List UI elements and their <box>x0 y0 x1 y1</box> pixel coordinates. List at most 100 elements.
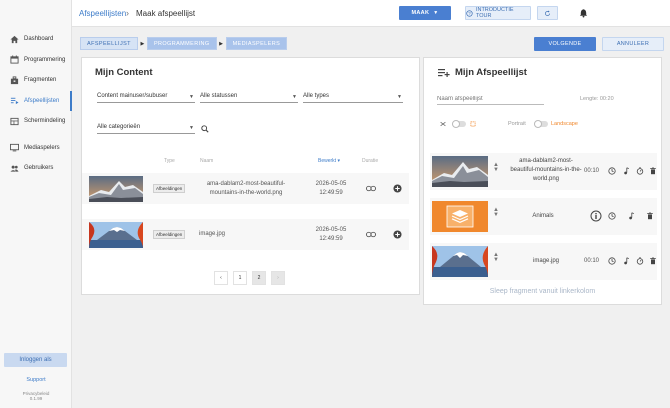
next-button[interactable]: VOLGENDE <box>534 37 596 51</box>
login-as-button[interactable]: Inloggen als <box>4 353 67 367</box>
trash-icon[interactable] <box>646 212 654 220</box>
timer-icon[interactable] <box>636 167 644 175</box>
chevron-down-icon: ▼ <box>397 94 402 100</box>
sidebar-item-dashboard[interactable]: Dashboard <box>0 29 72 50</box>
shuffle-toggle[interactable] <box>452 120 466 128</box>
drag-hint: Sleep fragment vanuit linkerkolom <box>489 288 596 295</box>
column-edited-label: Bewerkt <box>318 158 337 164</box>
thumbnail-animals-layers <box>432 201 488 232</box>
status-filter-select[interactable]: Alle statussen ▼ <box>200 93 298 103</box>
table-row: Afbeeldingen ama-dablam2-most-beautiful-… <box>82 173 409 204</box>
sidebar-item-gebruikers[interactable]: Gebruikers <box>0 158 72 179</box>
monitor-icon <box>10 144 19 152</box>
type-filter-select[interactable]: Alle types ▼ <box>303 93 403 103</box>
sidebar-item-schermindeling[interactable]: Schermindeling <box>0 111 72 132</box>
sort-handle-icon[interactable]: ▲ ▼ <box>493 207 499 218</box>
support-link[interactable]: Support <box>0 377 72 383</box>
home-icon <box>10 35 19 43</box>
item-time: 12:49:59 <box>319 190 343 196</box>
clock-icon[interactable] <box>608 257 616 265</box>
page-title: Maak afspeellijst <box>136 9 196 18</box>
playlist-item[interactable]: ▲ ▼ image.jpg 00:10 <box>430 243 657 280</box>
pagination-next[interactable]: › <box>271 271 285 285</box>
chevron-down-icon: ▼ <box>189 94 194 100</box>
item-edited: 2026-05-05 12:49:59 <box>310 226 352 244</box>
pagination-page-1[interactable]: 1 <box>233 271 247 285</box>
sidebar-item-label: Schermindeling <box>24 118 66 125</box>
playlist-name-input[interactable] <box>437 94 544 105</box>
clock-icon[interactable] <box>608 212 616 220</box>
owner-filter-select[interactable]: Content mainuser/subuser ▼ <box>97 93 195 103</box>
sidebar-item-label: Mediaspelers <box>24 144 60 151</box>
orientation-toggle[interactable] <box>534 120 548 128</box>
thumbnail-mount-fuji <box>89 222 143 248</box>
thumbnail-mount-fuji <box>432 246 488 277</box>
link-icon[interactable] <box>366 185 376 192</box>
playlist-title: Mijn Afspeellijst <box>455 67 527 78</box>
playlist-item[interactable]: ▲ ▼ Animals <box>430 198 657 235</box>
trash-icon[interactable] <box>649 257 657 265</box>
sidebar: Dashboard Programmering Fragmenten Afspe… <box>0 0 72 408</box>
playlist-add-icon <box>438 69 450 77</box>
privacy-info: Privacybeleid 0.1.99 <box>0 391 72 401</box>
pagination-prev[interactable]: ‹ <box>214 271 228 285</box>
sidebar-item-afspeellijsten[interactable]: Afspeellijsten <box>0 90 72 111</box>
trash-icon[interactable] <box>649 167 657 175</box>
link-icon[interactable] <box>366 231 376 238</box>
type-tag: Afbeeldingen <box>153 230 186 239</box>
intro-tour-button[interactable]: ? INTRODUCTIE TOUR <box>465 6 531 20</box>
item-name: image.jpg <box>199 231 226 237</box>
playlist-icon <box>10 98 19 105</box>
intro-tour-label: INTRODUCTIE TOUR <box>475 7 514 19</box>
breadcrumb-separator: › <box>126 8 129 18</box>
sidebar-item-fragmenten[interactable]: Fragmenten <box>0 70 72 91</box>
music-note-icon[interactable] <box>622 257 630 265</box>
category-filter-select[interactable]: Alle categorieën ▼ <box>97 124 195 134</box>
column-edited[interactable]: Bewerkt ▾ <box>318 158 340 164</box>
bell-icon[interactable] <box>579 8 588 18</box>
search-icon[interactable] <box>201 125 209 133</box>
top-bar: Afspeellijsten › Maak afspeellijst MAAK … <box>72 0 670 27</box>
step-afspeellijst[interactable]: AFSPEELLIJST <box>80 37 138 50</box>
playlist-item-name: Animals <box>532 213 554 219</box>
sidebar-item-label: Dashboard <box>24 36 54 43</box>
item-date: 2026-05-05 <box>315 227 347 233</box>
users-icon <box>10 165 19 172</box>
sidebar-item-label: Fragmenten <box>24 77 57 84</box>
create-button[interactable]: MAAK ▼ <box>399 6 451 20</box>
item-edited: 2026-05-05 12:49:59 <box>310 180 352 198</box>
add-circle-icon[interactable] <box>393 230 402 239</box>
refresh-button[interactable] <box>537 6 558 20</box>
step-mediaspelers[interactable]: MEDIASPELERS <box>225 37 288 50</box>
content-title: Mijn Content <box>95 67 153 78</box>
clock-icon[interactable] <box>608 167 616 175</box>
thumbnail-mountain-ama-dablam <box>89 176 143 202</box>
info-circle-icon[interactable] <box>590 210 602 222</box>
add-circle-icon[interactable] <box>393 184 402 193</box>
item-date: 2026-05-05 <box>315 181 347 187</box>
pagination-page-2[interactable]: 2 <box>252 271 266 285</box>
timer-icon[interactable] <box>636 257 644 265</box>
sidebar-item-label: Gebruikers <box>24 165 54 172</box>
status-filter-value: Alle statussen <box>200 93 238 99</box>
sort-handle-icon[interactable]: ▲ ▼ <box>493 252 499 263</box>
sort-handle-icon[interactable]: ▲ ▼ <box>493 162 499 173</box>
landscape-label: Landscape <box>551 121 578 127</box>
music-note-icon[interactable] <box>622 167 630 175</box>
breadcrumb-playlists[interactable]: Afspeellijsten <box>79 9 126 18</box>
sidebar-item-mediaspelers[interactable]: Mediaspelers <box>0 138 72 159</box>
thumbnail-mountain-ama-dablam <box>432 156 488 187</box>
playlist-item-name: image.jpg <box>532 258 559 264</box>
step-arrow-icon: ▶ <box>219 40 223 47</box>
playlist-item[interactable]: ▲ ▼ ama-dablam2-most-beautiful-mountains-… <box>430 153 657 190</box>
step-programmering[interactable]: PROGRAMMERING <box>146 37 217 50</box>
cancel-button[interactable]: ANNULEER <box>602 37 664 51</box>
sidebar-item-label: Afspeellijsten <box>24 97 60 104</box>
chevron-down-icon: ▼ <box>292 94 297 100</box>
type-tag: Afbeeldingen <box>153 184 186 193</box>
layout-icon <box>10 117 19 125</box>
sidebar-item-programmering[interactable]: Programmering <box>0 50 72 71</box>
music-note-icon[interactable] <box>627 212 635 220</box>
briefcase-icon <box>10 76 19 84</box>
sidebar-nav: Dashboard Programmering Fragmenten Afspe… <box>0 29 72 179</box>
